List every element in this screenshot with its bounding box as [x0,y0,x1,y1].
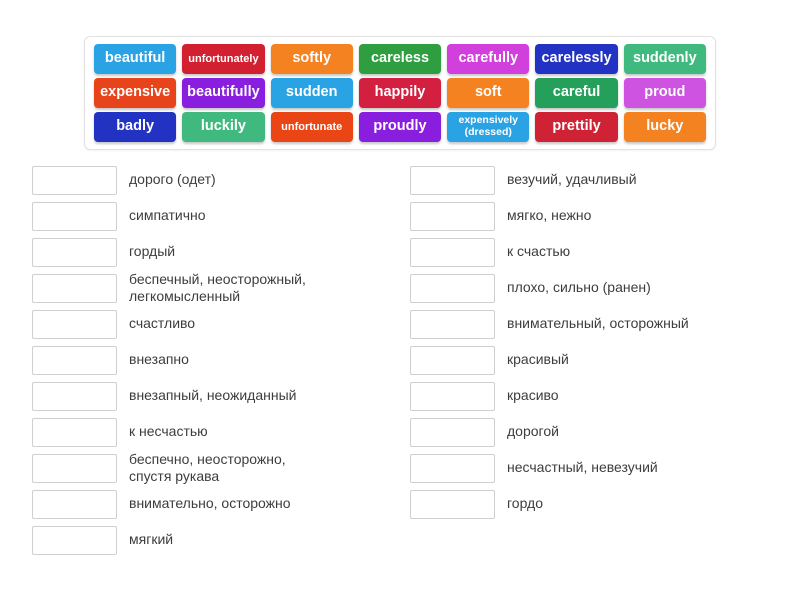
answer-drop-box[interactable] [410,201,495,231]
definition-text: мягко, нежно [507,207,592,224]
word-tile[interactable]: suddenly [623,44,706,74]
word-tile[interactable]: careful [535,78,618,108]
word-tile[interactable]: sudden [270,78,353,108]
answer-row: внимательный, осторожный [410,306,800,342]
definition-text: дорогой [507,423,559,440]
answer-row: несчастный, невезучий [410,450,800,486]
definition-text: внимательно, осторожно [129,495,291,512]
definition-text: везучий, удачливый [507,171,637,188]
answer-row: красиво [410,378,800,414]
answer-drop-box[interactable] [410,273,495,303]
answer-drop-box[interactable] [410,309,495,339]
definition-text: гордый [129,243,176,260]
answer-row: внезапный, неожиданный [32,378,400,414]
answer-drop-box[interactable] [32,273,117,303]
answer-column-right: везучий, удачливый мягко, нежно к счастью п… [400,162,800,558]
word-tile[interactable]: carefully [447,44,530,74]
word-tile[interactable]: carelessly [535,44,618,74]
definition-text: несчастный, невезучий [507,459,658,476]
tile-row: badly luckily unfortunate proudly expensivel… [91,112,709,142]
answer-drop-box[interactable] [32,381,117,411]
word-tile[interactable]: expensive [94,78,177,108]
answer-row: дорого (одет) [32,162,400,198]
answer-columns: дорого (одет) симпатично гордый беспечный, … [0,162,800,558]
answer-drop-box[interactable] [32,237,117,267]
answer-drop-box[interactable] [32,417,117,447]
definition-text: мягкий [129,531,174,548]
definition-text: внезапно [129,351,189,368]
answer-row: дорогой [410,414,800,450]
word-tile[interactable]: lucky [623,112,706,142]
definition-text: к счастью [507,243,571,260]
word-tile[interactable]: unfortunately [182,44,265,74]
answer-row: счастливо [32,306,400,342]
word-tile[interactable]: luckily [182,112,265,142]
definition-text: плохо, сильно (ранен) [507,279,651,296]
answer-drop-box[interactable] [410,237,495,267]
answer-drop-box[interactable] [410,165,495,195]
definition-text: внезапный, неожиданный [129,387,297,404]
answer-drop-box[interactable] [32,309,117,339]
answer-drop-box[interactable] [410,489,495,519]
definition-text: счастливо [129,315,196,332]
answer-drop-box[interactable] [32,165,117,195]
word-tile[interactable]: soft [447,78,530,108]
answer-row: к счастью [410,234,800,270]
answer-row: везучий, удачливый [410,162,800,198]
word-tile[interactable]: softly [270,44,353,74]
definition-text: симпатично [129,207,206,224]
answer-drop-box[interactable] [32,489,117,519]
definition-text: беспечно, неосторожно, спустя рукава [129,450,286,484]
word-tile[interactable]: proud [623,78,706,108]
answer-row: гордый [32,234,400,270]
answer-drop-box[interactable] [32,525,117,555]
answer-row: плохо, сильно (ранен) [410,270,800,306]
answer-row: беспечно, неосторожно, спустя рукава [32,450,400,486]
answer-drop-box[interactable] [32,201,117,231]
definition-text: к несчастью [129,423,208,440]
answer-drop-box[interactable] [410,453,495,483]
word-tile[interactable]: careless [358,44,442,74]
word-tile[interactable]: prettily [535,112,618,142]
answer-drop-box[interactable] [32,453,117,483]
tile-row: beautiful unfortunately softly careless care… [91,44,709,74]
word-tile[interactable]: proudly [358,112,442,142]
answer-row: внезапно [32,342,400,378]
definition-text: внимательный, осторожный [507,315,689,332]
word-tile[interactable]: unfortunate [270,112,353,142]
word-tile[interactable]: beautifully [182,78,265,108]
answer-drop-box[interactable] [410,417,495,447]
answer-drop-box[interactable] [410,381,495,411]
answer-drop-box[interactable] [32,345,117,375]
definition-text: беспечный, неосторожный, легкомысленный [129,270,306,304]
definition-text: красиво [507,387,559,404]
matching-exercise-page: beautiful unfortunately softly careless care… [0,0,800,600]
answer-row: беспечный, неосторожный, легкомысленный [32,270,400,306]
word-tile[interactable]: beautiful [94,44,177,74]
word-tile[interactable]: badly [94,112,177,142]
answer-row: красивый [410,342,800,378]
definition-text: дорого (одет) [129,171,216,188]
answer-row: к несчастью [32,414,400,450]
answer-row: внимательно, осторожно [32,486,400,522]
word-tile[interactable]: happily [358,78,442,108]
tile-row: expensive beautifully sudden happily soft car… [91,78,709,108]
definition-text: красивый [507,351,569,368]
answer-row: симпатично [32,198,400,234]
answer-column-left: дорого (одет) симпатично гордый беспечный, … [0,162,400,558]
word-tile[interactable]: expensively (dressed) [447,112,530,142]
word-tile-bank: beautiful unfortunately softly careless care… [84,36,716,150]
definition-text: гордо [507,495,544,512]
answer-row: гордо [410,486,800,522]
answer-row: мягкий [32,522,400,558]
answer-drop-box[interactable] [410,345,495,375]
answer-row: мягко, нежно [410,198,800,234]
